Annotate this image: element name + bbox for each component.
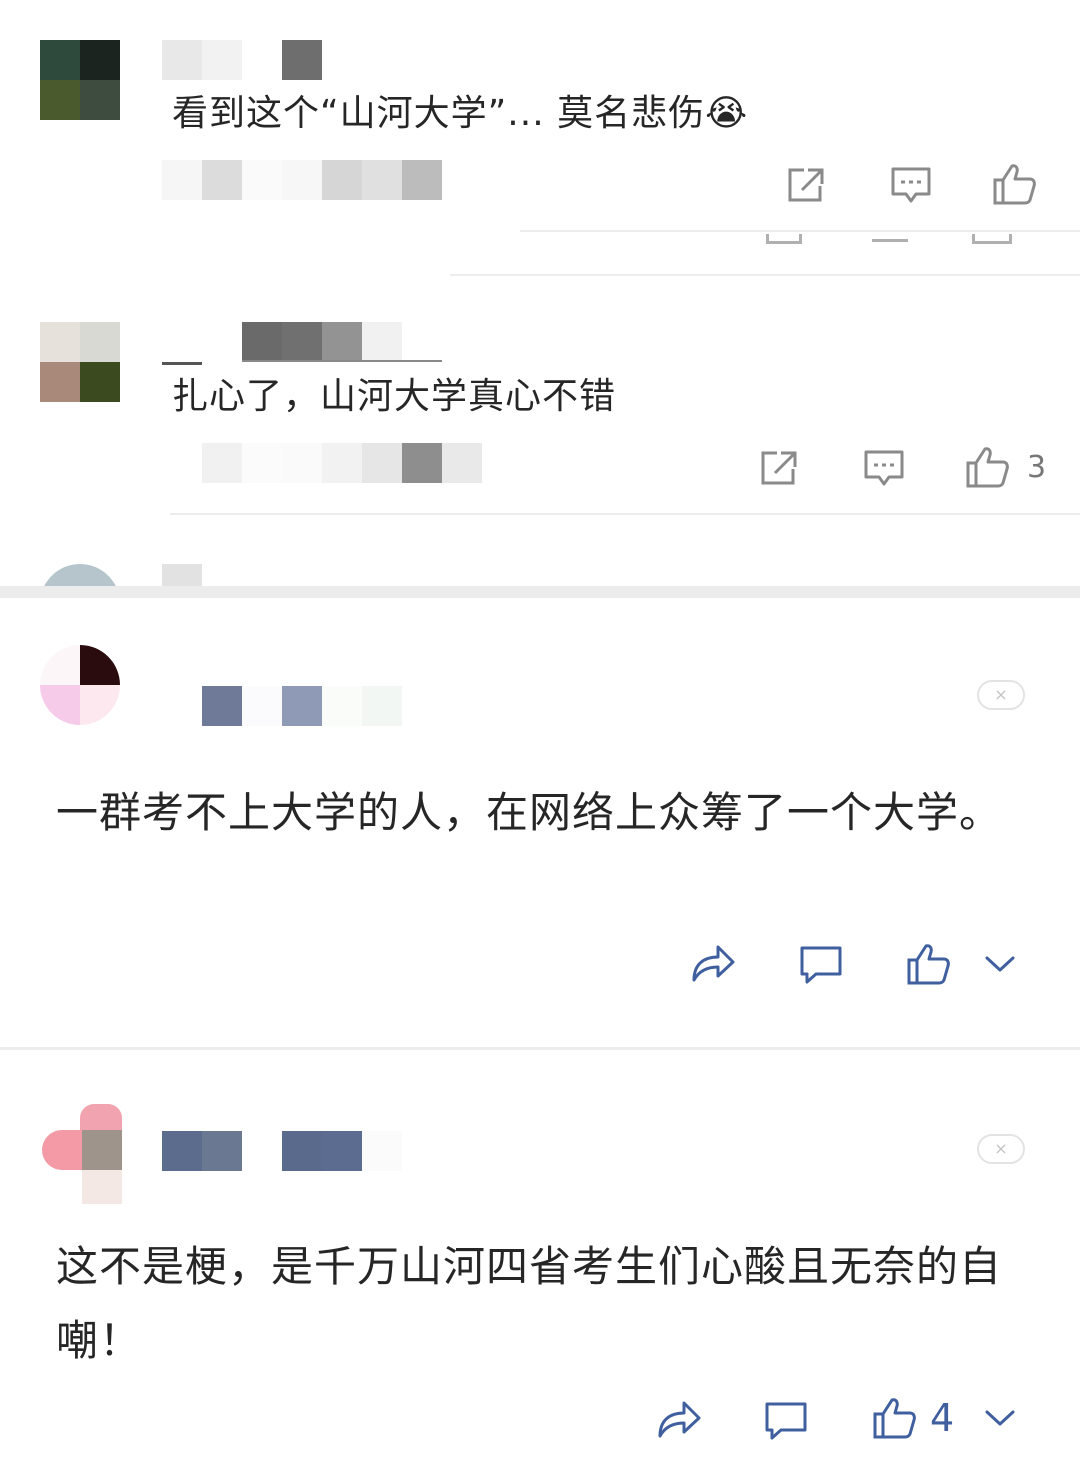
close-icon: ×	[994, 1139, 1008, 1158]
comment-list-bottom: × 一群考不上大学的人，在网络上众筹了一个大学。 × 这不是梗，是千万山河四省考…	[0, 598, 1080, 1479]
forward-arrow-icon[interactable]	[656, 1398, 702, 1440]
comment-bubble-icon[interactable]	[798, 944, 844, 986]
like-count: 3	[1027, 450, 1047, 485]
chevron-down-icon[interactable]	[984, 954, 1016, 974]
share-external-icon[interactable]	[786, 166, 826, 204]
divider	[0, 1047, 1080, 1050]
scroll-ghost-icons	[760, 232, 1060, 248]
screenshot-separator	[0, 586, 1080, 598]
username-blurred[interactable]	[162, 1131, 402, 1171]
username-blurred[interactable]	[162, 564, 202, 586]
thumbs-up-icon[interactable]	[965, 445, 1011, 489]
username-blurred[interactable]	[162, 40, 322, 80]
avatar[interactable]	[40, 560, 120, 586]
dismiss-button[interactable]: ×	[977, 1134, 1025, 1164]
comment-meta-blurred	[202, 443, 482, 483]
chevron-down-icon[interactable]	[984, 1408, 1016, 1428]
avatar[interactable]	[42, 1104, 122, 1204]
avatar[interactable]	[40, 322, 120, 402]
comment-meta-blurred	[162, 160, 482, 200]
name-underline	[242, 360, 442, 362]
dismiss-button[interactable]: ×	[977, 680, 1025, 710]
comment-list-top: 看到这个“山河大学”... 莫名悲伤😭 扎心了，山河大学真心不错 3	[0, 0, 1080, 590]
like-count: 4	[930, 1396, 955, 1440]
divider	[170, 513, 1080, 515]
close-icon: ×	[994, 685, 1008, 704]
share-external-icon[interactable]	[759, 449, 799, 487]
comment-bubble-icon[interactable]	[863, 449, 905, 489]
comment-bubble-icon[interactable]	[763, 1400, 809, 1442]
username-blurred[interactable]	[242, 322, 402, 362]
forward-arrow-icon[interactable]	[690, 942, 736, 984]
comment-bubble-icon[interactable]	[890, 166, 932, 206]
name-underline	[162, 362, 202, 365]
username-blurred[interactable]	[202, 686, 402, 726]
comment-text: 扎心了，山河大学真心不错	[172, 376, 617, 417]
thumbs-up-icon[interactable]	[992, 162, 1038, 206]
comment-text: 看到这个“山河大学”... 莫名悲伤😭	[172, 93, 749, 134]
avatar[interactable]	[40, 645, 120, 725]
comment-text: 这不是梗，是千万山河四省考生们心酸且无奈的自嘲！	[56, 1242, 1003, 1365]
thumbs-up-icon[interactable]	[906, 942, 952, 986]
avatar[interactable]	[40, 40, 120, 120]
comment-text: 一群考不上大学的人，在网络上众筹了一个大学。	[56, 788, 1003, 837]
thumbs-up-icon[interactable]	[872, 1396, 918, 1440]
divider	[450, 274, 1080, 276]
